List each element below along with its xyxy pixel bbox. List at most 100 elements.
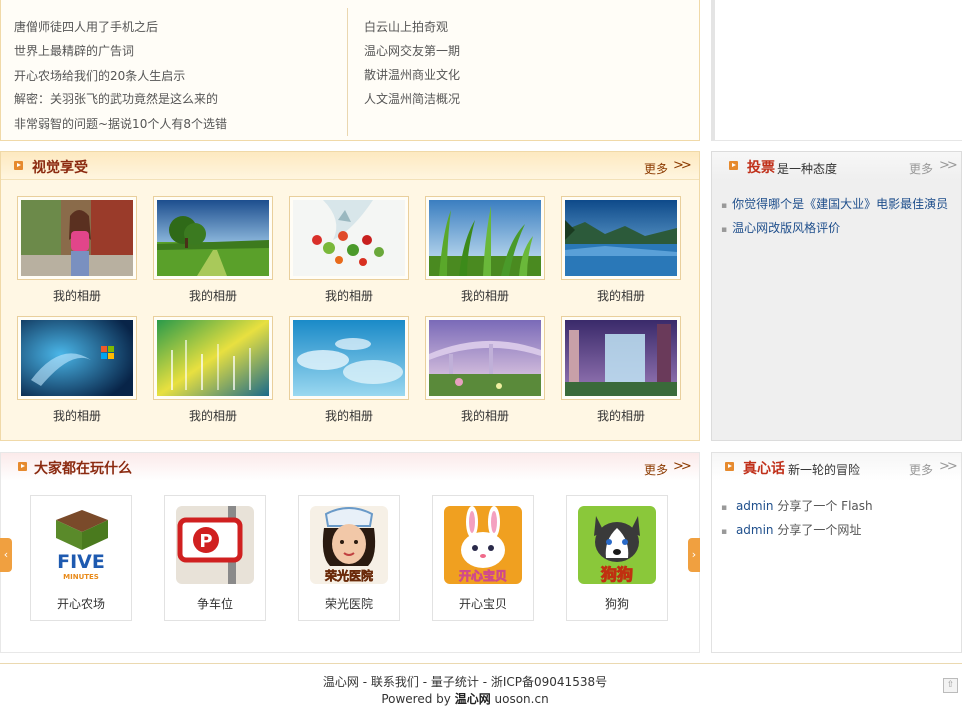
tree-landscape-photo [157,200,269,276]
footer-link-icp[interactable]: 浙ICP备09041538号 [491,675,607,689]
parking-game-icon: P [176,506,254,584]
section-title: 视觉享受 [32,160,88,176]
photo-caption: 我的相册 [188,289,237,303]
photo-thumbnail[interactable] [425,196,545,280]
truth-talk-panel: 真心话 新一轮的冒险 更多 >> admin 分享了一个 Flash admin… [711,452,962,653]
game-label: 开心宝贝 [458,597,507,611]
photo-caption: 我的相册 [460,409,509,423]
activity-text: 分享了一个 Flash [773,499,873,513]
column-divider [347,8,348,136]
panel-header: 大家都在玩什么 更多 >> [1,453,699,481]
footer-divider [0,663,962,664]
svg-text:荣光医院: 荣光医院 [324,568,373,583]
abstract-light-photo [157,320,269,396]
vote-panel: 投票 是一种态度 更多 >> 你觉得哪个是《建国大业》电影最佳演员 温心网改版风… [711,151,962,441]
article-link[interactable]: 温心网交友第一期 [364,42,460,59]
double-chevron-icon[interactable]: >> [939,158,958,173]
article-link[interactable]: 唐僧师徒四人用了手机之后 [14,18,158,35]
photo-thumbnail[interactable] [561,196,681,280]
article-link[interactable]: 白云山上拍奇观 [364,18,448,35]
game-label: 开心农场 [56,597,105,611]
article-link[interactable]: 解密：关羽张飞的武功竟然是这么来的 [14,90,218,107]
svg-text:开心宝贝: 开心宝贝 [459,568,507,583]
article-link[interactable]: 世界上最精辟的广告词 [14,42,134,59]
footer-links: 温心网 - 联系我们 - 量子统计 - 浙ICP备09041538号 [0,673,930,690]
game-card[interactable]: P 争车位 [164,495,266,621]
footer-link-contact[interactable]: 联系我们 [371,675,419,689]
footer-separator: - [358,675,371,689]
powered-brand[interactable]: 温心网 [455,692,491,706]
scroll-left-arrow[interactable]: ‹ [0,538,12,572]
photo-caption: 我的相册 [324,289,373,303]
game-card[interactable]: 开心宝贝 开心宝贝 [432,495,534,621]
vote-item-link[interactable]: 温心网改版风格评价 [721,219,840,236]
photo-caption: 我的相册 [324,409,373,423]
footer-link-stats[interactable]: 量子统计 [431,675,479,689]
section-title: 大家都在玩什么 [34,461,132,477]
article-link[interactable]: 开心农场给我们的20条人生启示 [14,67,185,84]
footer-link-home[interactable]: 温心网 [323,675,359,689]
photo-thumbnail[interactable] [289,316,409,400]
photo-caption: 我的相册 [460,289,509,303]
section-title: 投票 [747,160,775,176]
section-bullet-icon [18,462,27,471]
activity-item: admin 分享了一个网址 [721,521,861,538]
photo-thumbnail[interactable] [153,196,273,280]
windows7-photo [21,320,133,396]
footer-powered-by: Powered by 温心网 uoson.cn [0,690,930,707]
photo-thumbnail[interactable] [289,196,409,280]
lake-photo [565,200,677,276]
photo-thumbnail[interactable] [425,316,545,400]
svg-text:MINUTES: MINUTES [63,573,99,581]
section-bullet-icon [725,462,734,471]
footer-separator: - [478,675,491,689]
panel-header: 真心话 新一轮的冒险 更多 >> [712,453,961,481]
dog-game-icon: 狗狗 [578,506,656,584]
powered-domain: uoson.cn [490,692,549,706]
panel-header: 视觉享受 更多 >> [1,152,699,180]
sidebar-top-box [711,0,962,141]
waterfall-photo [565,320,677,396]
game-card[interactable]: 狗狗 狗狗 [566,495,668,621]
powered-prefix: Powered by [381,692,455,706]
game-card[interactable]: 荣光医院 荣光医院 [298,495,400,621]
photo-thumbnail[interactable] [153,316,273,400]
back-to-top-icon[interactable]: ⇧ [943,678,958,693]
photo-thumbnail[interactable] [17,196,137,280]
section-subtitle: 是一种态度 [777,162,838,176]
double-chevron-icon[interactable]: >> [673,459,692,474]
more-link[interactable]: 更多 [644,461,668,478]
photo-thumbnail[interactable] [561,316,681,400]
photo-thumbnail[interactable] [17,316,137,400]
more-link[interactable]: 更多 [644,160,668,177]
game-label: 争车位 [196,597,233,611]
scroll-right-arrow[interactable]: › [688,538,700,572]
photo-caption: 我的相册 [52,409,101,423]
more-link[interactable]: 更多 [909,160,933,177]
games-panel: 大家都在玩什么 更多 >> FIVE MINUTES 开心农场 P 争车位 荣光… [0,452,700,653]
portrait-photo [21,200,133,276]
photo-caption: 我的相册 [52,289,101,303]
sky-clouds-photo [293,320,405,396]
section-title: 真心话 [743,461,785,477]
game-label: 荣光医院 [324,597,373,611]
game-card[interactable]: FIVE MINUTES 开心农场 [30,495,132,621]
article-link[interactable]: 人文温州简洁概况 [364,90,460,107]
article-link[interactable]: 非常弱智的问题~据说10个人有8个选错 [14,115,227,132]
vote-item-link[interactable]: 你觉得哪个是《建国大业》电影最佳演员 [721,195,948,212]
double-chevron-icon[interactable]: >> [939,459,958,474]
rabbit-game-icon: 开心宝贝 [444,506,522,584]
article-link[interactable]: 散讲温州商业文化 [364,66,460,83]
section-bullet-icon [14,161,23,170]
grass-photo [429,200,541,276]
five-minutes-game-icon: FIVE MINUTES [42,506,120,584]
top-articles-panel: 唐僧师徒四人用了手机之后 世界上最精辟的广告词 开心农场给我们的20条人生启示 … [0,0,700,141]
nurse-game-icon: 荣光医院 [310,506,388,584]
user-link[interactable]: admin [736,499,774,513]
more-link[interactable]: 更多 [909,461,933,478]
svg-text:狗狗: 狗狗 [601,565,633,584]
user-link[interactable]: admin [736,523,774,537]
section-subtitle: 新一轮的冒险 [788,463,861,477]
fantasy-bridge-photo [429,320,541,396]
double-chevron-icon[interactable]: >> [673,158,692,173]
